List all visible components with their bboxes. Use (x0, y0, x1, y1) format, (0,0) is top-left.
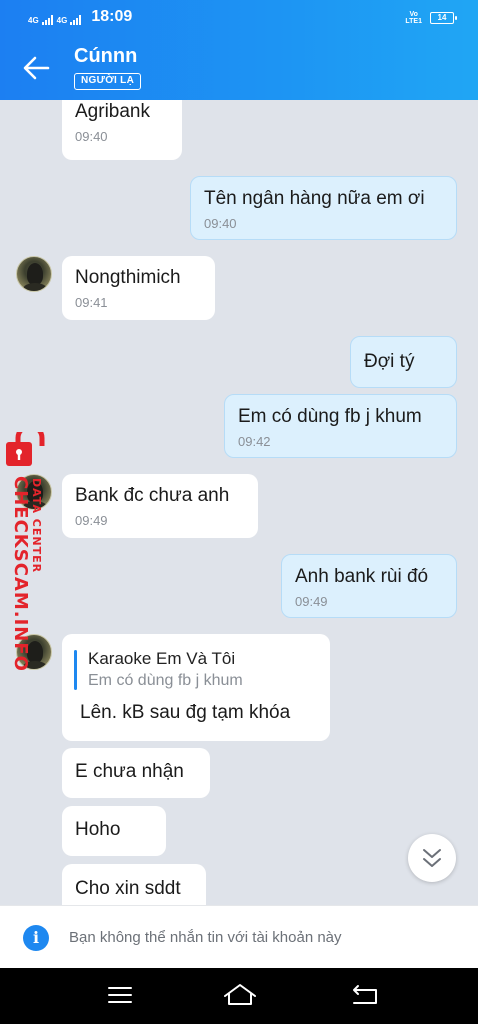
watermark-main: CHECKSCAM.INFO (10, 476, 31, 672)
message-bubble[interactable]: Đợi tý (350, 336, 457, 388)
contact-avatar[interactable] (16, 256, 52, 292)
sim1-label: 4G (28, 16, 39, 25)
notice-bar: i Bạn không thể nhắn tin với tài khoản n… (0, 905, 478, 968)
info-icon: i (23, 925, 49, 951)
message-text: Bank đc chưa anh (75, 485, 230, 506)
nav-back-button[interactable] (350, 984, 378, 1011)
message-time: 09:40 (204, 216, 237, 231)
message-text: Em có dùng fb j khum (238, 406, 422, 427)
watermark-sub: DATA CENTER (30, 478, 43, 574)
scroll-to-bottom-button[interactable] (408, 834, 456, 882)
message-bubble[interactable]: Em có dùng fb j khum 09:42 (224, 394, 457, 458)
message-text: Đợi tý (364, 351, 415, 372)
message-time: 09:49 (295, 594, 328, 609)
message-bubble[interactable]: Tên ngân hàng nữa em ơi 09:40 (190, 176, 457, 240)
watermark: CHECKSCAM.INFO DATA CENTER (2, 432, 52, 672)
message-bubble[interactable]: Nongthimich 09:41 (62, 256, 215, 320)
nav-home-button[interactable] (223, 982, 257, 1013)
message-bubble[interactable]: Hoho (62, 806, 166, 856)
home-icon (224, 984, 256, 1005)
quoted-text: Em có dùng fb j khum (88, 672, 243, 689)
message-bubble[interactable]: Anh bank rùi đó 09:49 (281, 554, 457, 618)
chat-header: Cúnnn NGƯỜI LẠ (0, 36, 478, 100)
chat-area[interactable]: Agribank 09:40 Tên ngân hàng nữa em ơi 0… (0, 100, 478, 905)
message-text: Lên. kB sau đg tạm khóa (80, 702, 291, 723)
message-text: Cho xin sddt (75, 878, 181, 899)
message-time: 09:40 (75, 129, 108, 144)
sim2-label: 4G (56, 16, 68, 25)
message-text: Anh bank rùi đó (295, 566, 429, 587)
double-chevron-down-icon (423, 849, 441, 867)
message-time: 09:41 (75, 295, 108, 310)
status-bar: 4G 4G 18:09 Vo LTE1 14 (0, 0, 478, 36)
message-bubble[interactable]: Cho xin sddt (62, 864, 206, 905)
contact-name[interactable]: Cúnnn (74, 45, 137, 68)
status-left: 4G 4G 18:09 (28, 9, 132, 25)
battery-icon: 14 (430, 12, 457, 24)
volte-bottom: LTE1 (405, 18, 422, 25)
message-bubble[interactable]: Bank đc chưa anh 09:49 (62, 474, 258, 538)
quoted-message[interactable]: Karaoke Em Và Tôi Em có dùng fb j khum (74, 648, 317, 692)
message-text: Hoho (75, 819, 121, 840)
volte-top: Vo (409, 11, 418, 18)
message-time: 09:49 (75, 513, 108, 528)
quoted-sender: Karaoke Em Và Tôi (88, 649, 236, 668)
message-text: Agribank (75, 101, 150, 122)
message-text: Nongthimich (75, 267, 181, 288)
battery-level: 14 (437, 13, 447, 22)
back-button[interactable] (18, 52, 54, 84)
reply-message-bubble[interactable]: Karaoke Em Và Tôi Em có dùng fb j khum L… (62, 634, 330, 741)
sim2-signal-icon: 4G (57, 15, 82, 25)
back-icon (353, 985, 377, 1004)
message-text: Tên ngân hàng nữa em ơi (204, 188, 425, 209)
arrow-left-icon (23, 56, 50, 80)
menu-icon (108, 987, 132, 1003)
message-time: 09:42 (238, 434, 271, 449)
clock: 18:09 (91, 8, 133, 25)
nav-menu-button[interactable] (108, 984, 132, 1011)
message-bubble[interactable]: E chưa nhận (62, 748, 210, 798)
volte-icon: Vo LTE1 (405, 11, 422, 25)
message-text: E chưa nhận (75, 761, 184, 782)
notice-text: Bạn không thể nhắn tin với tài khoản này (69, 929, 342, 946)
message-bubble[interactable]: Agribank 09:40 (62, 100, 182, 160)
lock-icon (6, 432, 45, 466)
stranger-badge: NGƯỜI LẠ (74, 73, 142, 90)
system-nav-bar (0, 968, 478, 1024)
status-right: Vo LTE1 14 (405, 11, 457, 25)
sim1-signal-icon: 4G (28, 15, 53, 25)
